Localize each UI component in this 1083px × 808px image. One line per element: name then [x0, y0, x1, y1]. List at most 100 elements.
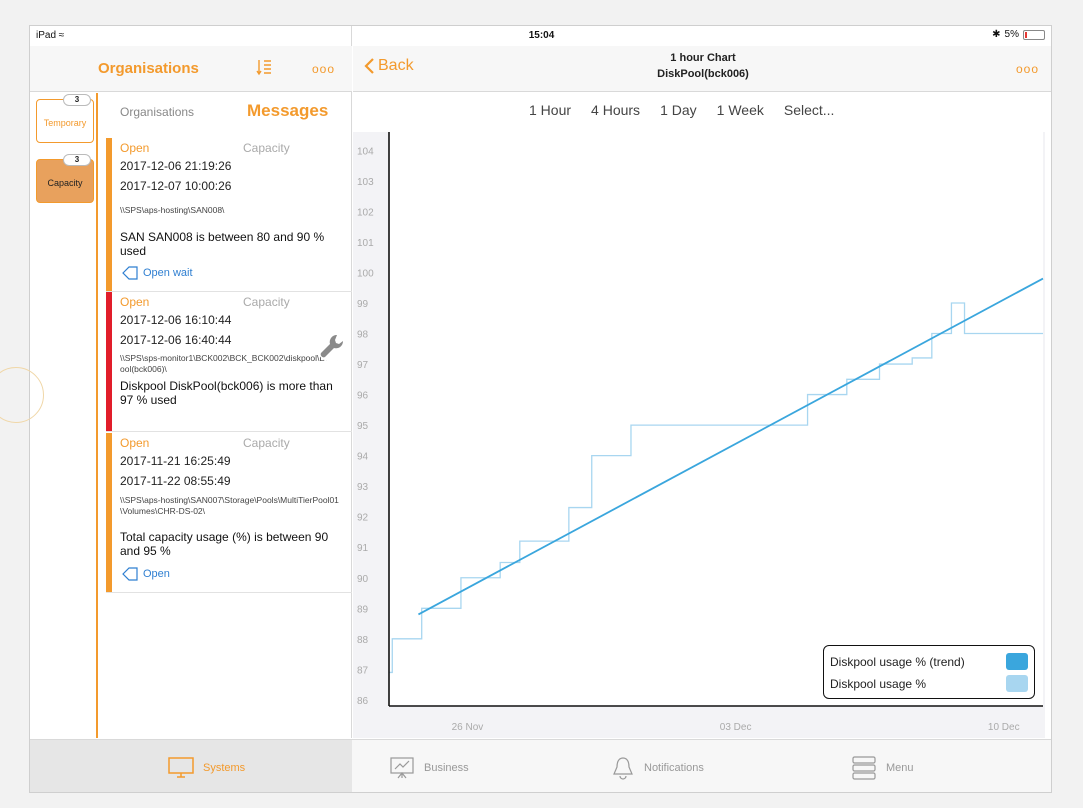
tab-label: Business: [424, 761, 469, 774]
legend-entry-trend: Diskpool usage % (trend): [830, 652, 965, 672]
message-start-date: 2017-11-21 16:25:49: [120, 454, 231, 468]
sort-icon[interactable]: [256, 58, 272, 78]
plot-background: [389, 132, 1043, 706]
y-tick-label: 90: [357, 574, 369, 585]
message-end-date: 2017-12-07 10:00:26: [120, 179, 232, 193]
y-tick-label: 86: [357, 696, 369, 707]
message-end-date: 2017-11-22 08:55:49: [120, 474, 231, 488]
server-icon: [852, 755, 876, 780]
message-status: Open: [120, 436, 150, 450]
segment-organisations[interactable]: Organisations: [120, 105, 194, 119]
x-tick-label: 10 Dec: [988, 722, 1020, 733]
tab-capacity[interactable]: 3 Capacity: [36, 154, 94, 203]
left-more-button[interactable]: ooo: [312, 62, 335, 76]
message-category: Capacity: [243, 436, 290, 450]
range-1-day[interactable]: 1 Day: [660, 102, 697, 118]
category-tabs: 3 Temporary 3 Capacity: [30, 93, 98, 738]
tag-icon: [122, 567, 138, 581]
range-4-hours[interactable]: 4 Hours: [591, 102, 640, 118]
message-path: \\SPS\aps-hosting\SAN008\: [120, 205, 225, 215]
message-end-date: 2017-12-06 16:40:44: [120, 333, 232, 347]
y-tick-label: 103: [357, 177, 374, 188]
tab-bar: Systems Business Notifications Menu: [30, 739, 1051, 792]
y-tick-label: 96: [357, 391, 369, 402]
tab-temporary[interactable]: 3 Temporary: [36, 94, 94, 143]
segment-messages[interactable]: Messages: [247, 101, 328, 121]
presentation-icon: [390, 756, 414, 778]
tab-notifications[interactable]: Notifications: [610, 740, 704, 792]
segmented-control: Organisations Messages: [106, 93, 352, 129]
y-tick-label: 87: [357, 665, 369, 676]
message-start-date: 2017-12-06 21:19:26: [120, 159, 232, 173]
y-tick-label: 95: [357, 421, 369, 432]
tab-menu[interactable]: Menu: [850, 740, 914, 792]
y-tick-label: 88: [357, 635, 369, 646]
message-link-label: Open wait: [143, 267, 193, 279]
left-nav-bar: Organisations ooo: [30, 46, 352, 92]
x-tick-label: 03 Dec: [720, 722, 752, 733]
right-more-button[interactable]: ooo: [1016, 62, 1039, 76]
y-tick-label: 99: [357, 299, 369, 310]
message-start-date: 2017-12-06 16:10:44: [120, 313, 232, 327]
y-tick-label: 98: [357, 330, 369, 341]
y-tick-label: 91: [357, 543, 369, 554]
message-item[interactable]: Open Capacity 2017-11-21 16:25:49 2017-1…: [106, 433, 352, 593]
message-text: Total capacity usage (%) is between 90 a…: [120, 530, 329, 558]
y-tick-label: 89: [357, 604, 369, 615]
tab-label: Notifications: [644, 761, 704, 774]
message-text: Diskpool DiskPool(bck006) is more than 9…: [120, 379, 333, 407]
y-tick-label: 101: [357, 238, 374, 249]
y-tick-label: 100: [357, 268, 374, 279]
severity-bar: [106, 138, 112, 291]
message-text: SAN SAN008 is between 80 and 90 % used: [120, 230, 325, 258]
left-nav-title: Organisations: [98, 60, 199, 77]
app-window: iPad ≈ 15:04 ✱ 5% Organisations ooo 3 Te…: [29, 25, 1052, 793]
message-path: \\SPS\aps-hosting\SAN007\Storage\Pools\M…: [120, 495, 339, 516]
tab-label: Capacity: [47, 178, 83, 188]
chart-legend: Diskpool usage % (trend) Diskpool usage …: [823, 645, 1035, 699]
y-tick-label: 104: [357, 146, 374, 157]
tab-label: Systems: [203, 761, 246, 774]
legend-entry-usage: Diskpool usage %: [830, 674, 926, 694]
message-link[interactable]: Open: [122, 567, 170, 581]
tab-systems[interactable]: Systems: [167, 740, 246, 792]
legend-label: Diskpool usage %: [830, 677, 927, 691]
x-tick-label: 26 Nov: [452, 722, 484, 733]
range-1-week[interactable]: 1 Week: [717, 102, 764, 118]
tab-label: Temporary: [43, 118, 87, 128]
y-tick-label: 97: [357, 360, 369, 371]
right-pane: Back 1 hour Chart DiskPool(bck006) ooo 1…: [353, 26, 1051, 738]
legend-swatch-trend: [1006, 653, 1028, 670]
monitor-icon: [168, 756, 194, 778]
range-1-hour[interactable]: 1 Hour: [529, 102, 571, 118]
message-link-label: Open: [143, 568, 170, 580]
chart-area: 86 87 88 89 90 91 92 93 94 95 96 97 98 99 100 101 102 103…: [353, 132, 1045, 738]
tab-badge: 3: [63, 154, 91, 166]
wrench-icon[interactable]: [315, 329, 349, 363]
severity-bar: [106, 292, 112, 431]
y-tick-label: 102: [357, 207, 374, 218]
bell-icon: [613, 756, 633, 780]
message-item[interactable]: Open Capacity 2017-12-06 21:19:26 2017-1…: [106, 138, 352, 292]
tab-business[interactable]: Business: [388, 740, 469, 792]
chart-title: 1 hour Chart: [670, 52, 736, 64]
left-pane: Organisations ooo 3 Temporary 3 Capacity…: [30, 26, 352, 738]
tag-icon: [122, 266, 138, 280]
chart-subtitle: DiskPool(bck006): [657, 68, 749, 80]
legend-label: Diskpool usage % (trend): [830, 655, 965, 669]
tab-label: Menu: [886, 761, 914, 774]
message-path: \\SPS\sps-monitor1\BCK002\BCK_BCK002\dis…: [120, 353, 342, 374]
message-status: Open: [120, 141, 150, 155]
y-tick-label: 93: [357, 482, 369, 493]
message-category: Capacity: [243, 141, 290, 155]
time-range-selector: 1 Hour 4 Hours 1 Day 1 Week Select...: [529, 102, 834, 118]
message-link[interactable]: Open wait: [122, 266, 193, 280]
range-select[interactable]: Select...: [784, 102, 835, 118]
legend-swatch-usage: [1006, 675, 1028, 692]
message-category: Capacity: [243, 295, 290, 309]
tab-badge: 3: [63, 94, 91, 106]
y-tick-label: 92: [357, 513, 369, 524]
severity-bar: [106, 433, 112, 592]
y-tick-label: 94: [357, 452, 369, 463]
message-status: Open: [120, 295, 150, 309]
